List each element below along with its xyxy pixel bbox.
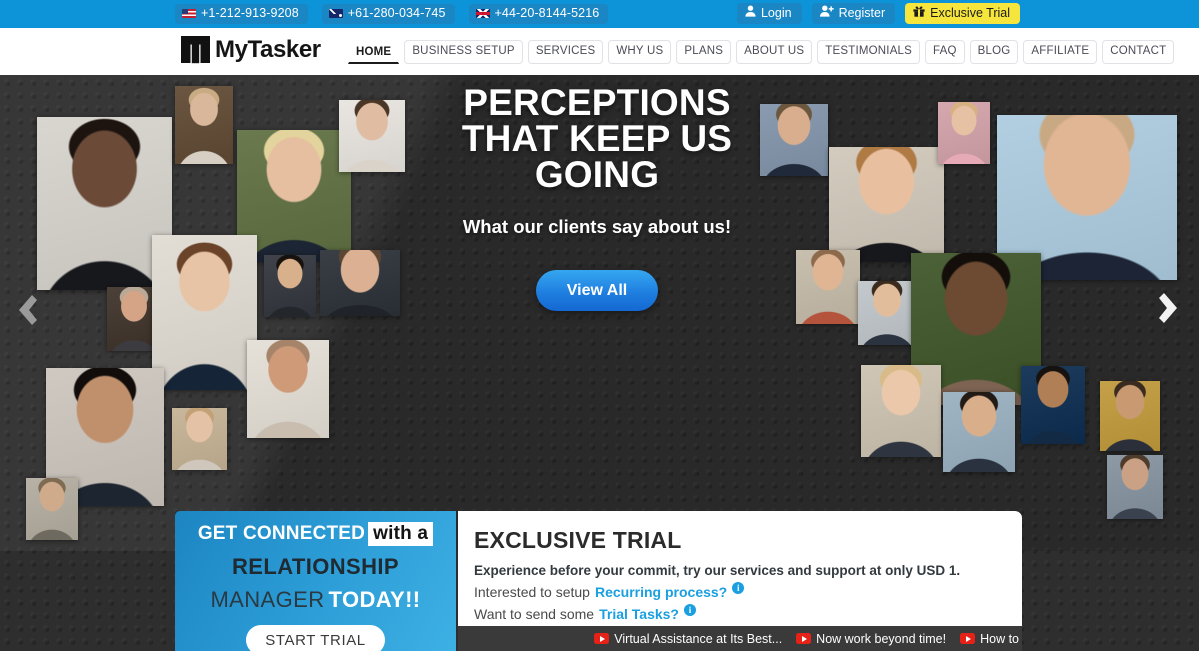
youtube-icon	[796, 633, 812, 644]
logo-text: MyTasker	[215, 36, 321, 63]
ticker-item[interactable]: How to	[960, 632, 1019, 646]
nav-item-why-us[interactable]: WHY US	[608, 40, 672, 64]
hero-subtitle: What our clients say about us!	[462, 216, 732, 237]
hero-title-line-1: PERCEPTIONS	[463, 82, 731, 123]
nav-item-affiliate[interactable]: AFFILIATE	[1023, 40, 1098, 64]
nav-item-home[interactable]: HOME	[348, 40, 400, 64]
phone-chip[interactable]: +1-212-913-9208	[175, 4, 308, 24]
phone-number: +1-212-913-9208	[201, 6, 299, 20]
client-photo	[339, 100, 405, 172]
exclusive-trial-label: Exclusive Trial	[930, 6, 1010, 20]
carousel-next-button[interactable]	[1158, 288, 1184, 328]
au-flag-icon	[328, 9, 343, 18]
person-icon	[745, 5, 756, 21]
carousel-prev-button[interactable]	[12, 290, 38, 330]
ticker-item[interactable]: Now work beyond time!	[796, 632, 946, 646]
client-photo	[26, 478, 78, 540]
hero-title-line-2: THAT KEEP US	[461, 118, 733, 159]
info-icon[interactable]: i	[732, 582, 745, 594]
phone-chip[interactable]: +44-20-8144-5216	[468, 4, 609, 24]
nav-item-about-us[interactable]: ABOUT US	[736, 40, 813, 64]
ticker-label: Virtual Assistance at Its Best...	[614, 631, 783, 646]
login-label: Login	[760, 6, 792, 20]
nav-item-contact[interactable]: CONTACT	[1102, 40, 1175, 64]
trial-tasks-prefix: Want to send some	[474, 606, 595, 622]
youtube-icon	[594, 633, 610, 644]
client-photo	[264, 255, 316, 317]
phone-number: +44-20-8144-5216	[494, 6, 600, 20]
nav-item-blog[interactable]: BLOG	[969, 40, 1019, 64]
hero-title: PERCEPTIONS THAT KEEP US GOING	[397, 82, 797, 195]
client-photo	[858, 281, 916, 345]
register-label: Register	[838, 6, 886, 20]
nav-item-plans[interactable]: PLANS	[676, 40, 732, 64]
video-ticker-bar: Virtual Assistance at Its Best... Now wo…	[458, 626, 1022, 651]
client-photo	[152, 235, 257, 390]
client-photo	[1100, 381, 1160, 451]
relationship-manager-promo: GET CONNECTED with a RELATIONSHIP MANAGER…	[175, 511, 456, 651]
nav-item-faq[interactable]: FAQ	[925, 40, 965, 64]
us-flag-icon	[182, 9, 196, 18]
trial-tasks-row: Want to send some Trial Tasks? i	[474, 604, 1022, 622]
mytasker-logo-icon	[181, 36, 210, 64]
info-icon[interactable]: i	[684, 604, 696, 616]
ticker-label: How to	[980, 631, 1019, 646]
client-photo	[175, 86, 233, 164]
phone-number: +61-280-034-745	[347, 6, 446, 20]
client-photo	[938, 102, 990, 164]
start-trial-button[interactable]: START TRIAL	[246, 625, 385, 651]
login-button[interactable]: Login	[736, 3, 802, 24]
promo-today-text: TODAY!!	[328, 587, 421, 612]
youtube-icon	[960, 633, 976, 644]
top-account-actions: Login Register Exclusive Trial	[736, 3, 1020, 24]
hero-content: PERCEPTIONS THAT KEEP US GOING What our …	[397, 82, 797, 311]
nav-item-testimonials[interactable]: TESTIMONIALS	[817, 40, 921, 64]
exclusive-trial-title: EXCLUSIVE TRIAL	[474, 527, 682, 553]
recurring-process-row: Interested to setup Recurring process? i	[474, 582, 1022, 600]
phone-list: +1-212-913-9208 +61-280-034-745 +44-20-8…	[175, 4, 609, 24]
client-photo	[1021, 366, 1085, 444]
nav-item-business-setup[interactable]: BUSINESS SETUP	[404, 40, 523, 64]
exclusive-trial-description: Experience before your commit, try our s…	[474, 563, 961, 578]
person-plus-icon	[819, 5, 834, 21]
promo-line-2: RELATIONSHIP	[232, 554, 399, 579]
exclusive-trial-panel: EXCLUSIVE TRIAL Experience before your c…	[458, 511, 1022, 626]
main-navigation: HOME BUSINESS SETUP SERVICES WHY US PLANS ABO…	[348, 40, 1175, 64]
promo-line-1-text: GET CONNECTED	[197, 523, 366, 544]
top-utility-bar: +1-212-913-9208 +61-280-034-745 +44-20-8…	[0, 0, 1199, 28]
client-photo	[861, 365, 941, 457]
exclusive-trial-button[interactable]: Exclusive Trial	[905, 3, 1020, 24]
gift-icon	[913, 5, 925, 21]
client-photo	[320, 250, 400, 316]
promo-line-1: GET CONNECTED with a	[175, 522, 456, 546]
promo-manager-text: MANAGER	[210, 587, 325, 612]
promo-highlight: with a	[368, 522, 434, 546]
client-photo	[1107, 455, 1163, 519]
client-photo	[829, 147, 944, 262]
recurring-process-link[interactable]: Recurring process?	[595, 584, 727, 600]
trial-tasks-link[interactable]: Trial Tasks?	[599, 606, 679, 622]
phone-chip[interactable]: +61-280-034-745	[321, 4, 455, 24]
view-all-button[interactable]: View All	[536, 270, 658, 311]
client-photo	[943, 392, 1015, 472]
ticker-label: Now work beyond time!	[816, 631, 947, 646]
promo-line-3: MANAGER TODAY!!	[175, 587, 456, 613]
client-photo	[247, 340, 329, 438]
nav-item-services[interactable]: SERVICES	[527, 40, 604, 64]
client-photo	[172, 408, 227, 470]
client-photo	[796, 250, 860, 324]
register-button[interactable]: Register	[811, 3, 896, 24]
ticker-item[interactable]: Virtual Assistance at Its Best...	[594, 632, 782, 646]
site-header: MyTasker HOME BUSINESS SETUP SERVICES WHY U…	[0, 28, 1199, 75]
hero-title-line-3: GOING	[534, 154, 660, 195]
recurring-process-prefix: Interested to setup	[474, 584, 590, 600]
logo[interactable]: MyTasker	[181, 36, 321, 64]
uk-flag-icon	[475, 9, 490, 18]
